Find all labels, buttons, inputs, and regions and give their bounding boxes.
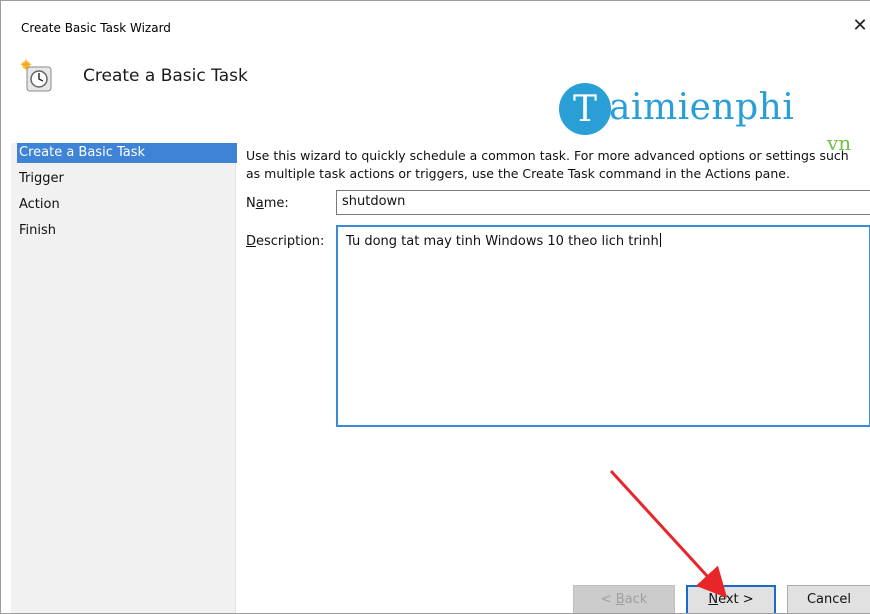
red-annotation-arrow bbox=[609, 469, 728, 598]
wizard-window: Create Basic Task Wizard ✕ Create a Basi… bbox=[0, 0, 870, 614]
